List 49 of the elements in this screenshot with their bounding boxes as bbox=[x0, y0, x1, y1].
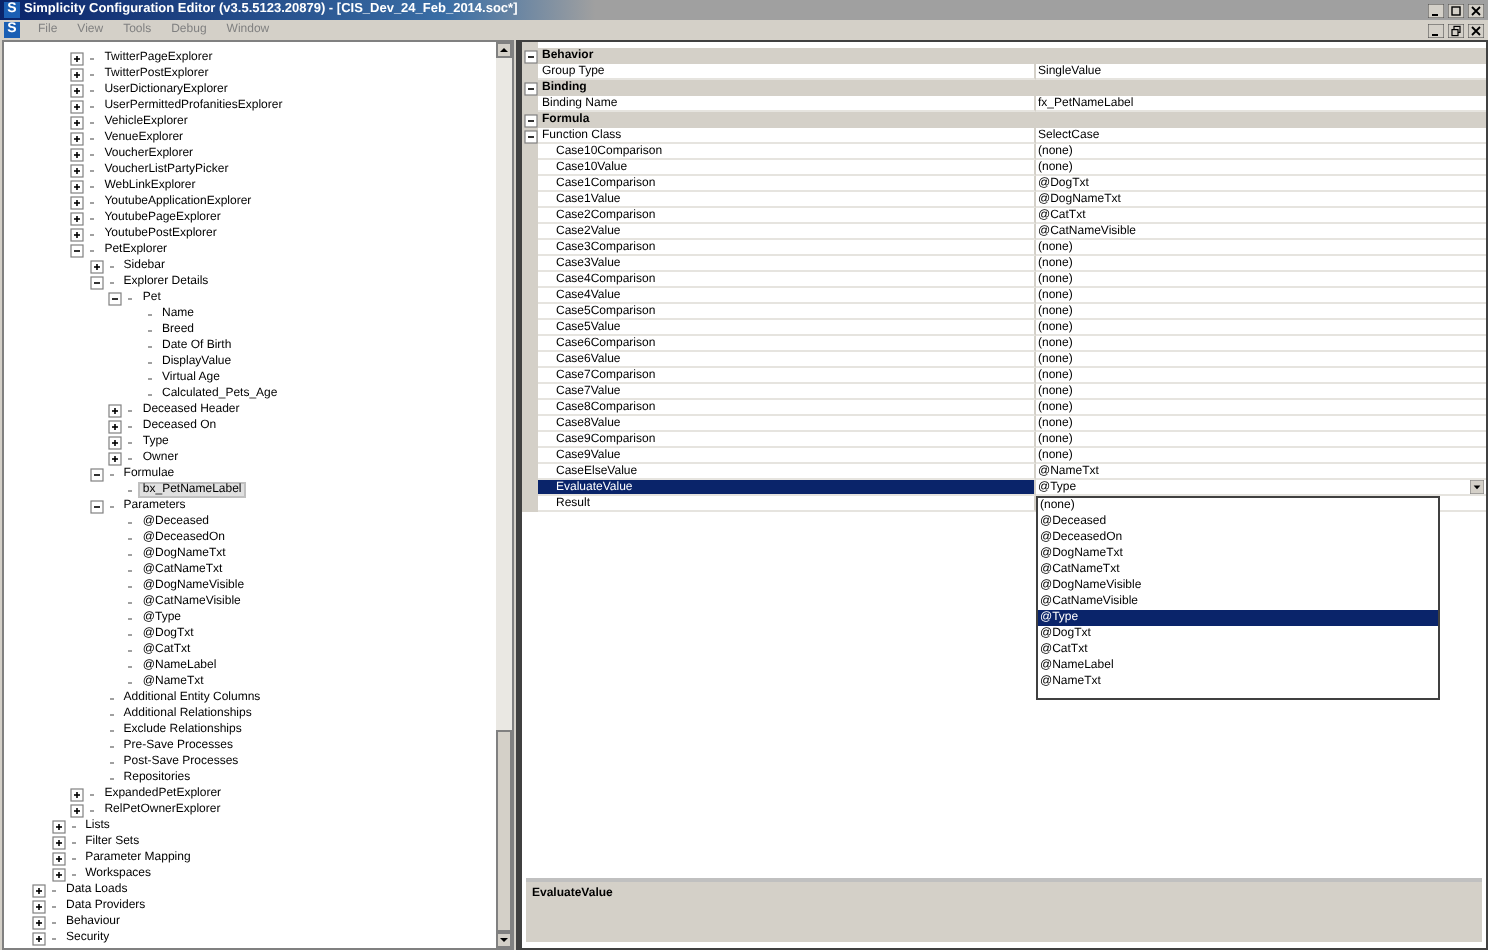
scroll-up-button[interactable] bbox=[496, 42, 512, 58]
minimize-button[interactable] bbox=[1428, 23, 1444, 37]
scroll-down-button[interactable] bbox=[496, 932, 512, 948]
expand-icon[interactable] bbox=[89, 259, 104, 273]
expand-icon[interactable] bbox=[70, 787, 85, 801]
maximize-button[interactable] bbox=[1448, 3, 1464, 17]
collapse-icon[interactable] bbox=[523, 49, 537, 63]
expand-icon[interactable] bbox=[108, 403, 123, 417]
scroll-thumb[interactable] bbox=[496, 730, 512, 932]
expand-icon[interactable] bbox=[51, 819, 66, 833]
collapse-icon[interactable] bbox=[108, 291, 123, 305]
scrollbar[interactable] bbox=[496, 42, 512, 948]
collapse-icon[interactable] bbox=[89, 467, 104, 481]
expand-icon[interactable] bbox=[108, 419, 123, 433]
expand-icon[interactable] bbox=[70, 227, 85, 241]
minimize-button[interactable] bbox=[1428, 3, 1444, 17]
expand-icon[interactable] bbox=[70, 195, 85, 209]
restore-button[interactable] bbox=[1448, 23, 1464, 37]
collapse-icon[interactable] bbox=[89, 275, 104, 289]
expand-icon[interactable] bbox=[70, 67, 85, 81]
expand-icon[interactable] bbox=[70, 163, 85, 177]
expand-icon[interactable] bbox=[70, 131, 85, 145]
expand-icon[interactable] bbox=[32, 931, 46, 945]
collapse-icon[interactable] bbox=[523, 81, 537, 95]
expand-icon[interactable] bbox=[70, 803, 85, 817]
expand-icon[interactable] bbox=[32, 883, 46, 897]
expand-icon[interactable] bbox=[32, 899, 46, 913]
expand-icon[interactable] bbox=[70, 179, 85, 193]
collapse-icon[interactable] bbox=[89, 499, 104, 513]
expand-icon[interactable] bbox=[70, 211, 85, 225]
expand-icon[interactable] bbox=[51, 867, 66, 881]
down-arrow-icon bbox=[500, 938, 508, 942]
expand-icon[interactable] bbox=[108, 435, 123, 449]
expand-icon[interactable] bbox=[51, 851, 66, 865]
close-button[interactable] bbox=[1468, 23, 1484, 37]
expand-icon[interactable] bbox=[70, 147, 85, 161]
collapse-icon[interactable] bbox=[523, 129, 537, 143]
dropdown-button[interactable] bbox=[1470, 480, 1484, 494]
expand-icon[interactable] bbox=[70, 83, 85, 97]
collapse-icon[interactable] bbox=[70, 243, 85, 257]
expand-icon[interactable] bbox=[70, 51, 85, 65]
expand-icon[interactable] bbox=[51, 835, 66, 849]
expand-icon[interactable] bbox=[108, 451, 123, 465]
expand-icon[interactable] bbox=[70, 99, 85, 113]
expand-icon[interactable] bbox=[70, 115, 85, 129]
collapse-icon[interactable] bbox=[523, 113, 537, 127]
expand-icon[interactable] bbox=[32, 915, 46, 929]
up-arrow-icon bbox=[500, 48, 508, 52]
close-button[interactable] bbox=[1468, 3, 1484, 17]
